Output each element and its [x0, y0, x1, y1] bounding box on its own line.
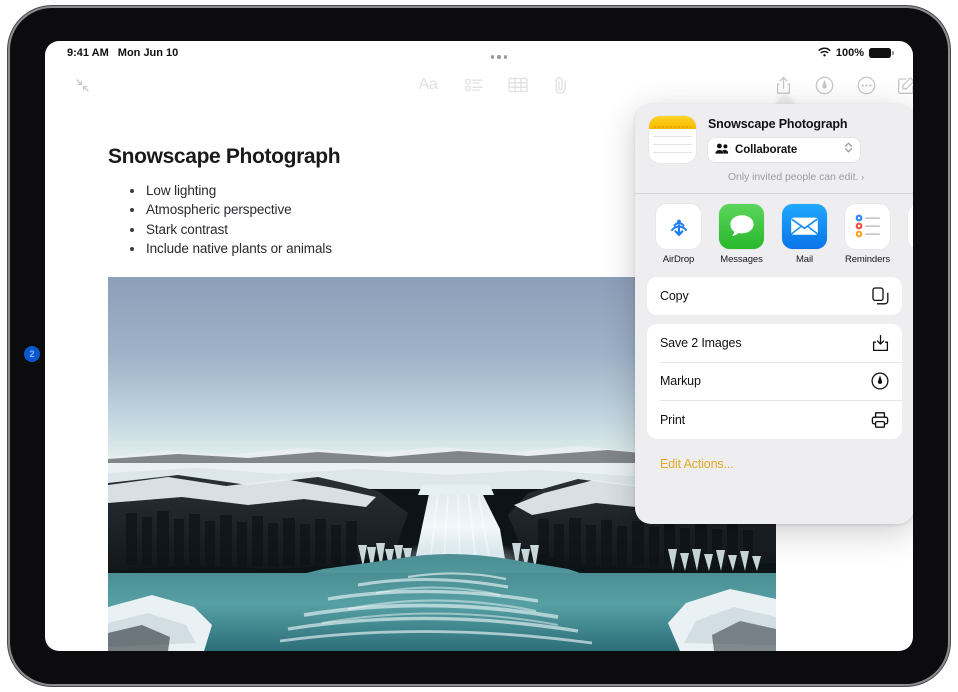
- notes-icon-lines: [649, 136, 696, 163]
- notes-app-icon: [649, 116, 696, 163]
- status-bar-left: 9:41 AM Mon Jun 10: [67, 47, 178, 59]
- dot: [504, 55, 507, 58]
- compose-icon[interactable]: [891, 70, 913, 100]
- battery-full-icon: [869, 48, 891, 58]
- actions-card-secondary: Save 2 Images Markup: [647, 324, 902, 439]
- share-app-label: Messages: [710, 254, 773, 265]
- share-app-label: AirDrop: [647, 254, 710, 265]
- messages-icon: [719, 204, 764, 249]
- save-download-icon: [872, 334, 889, 352]
- action-print[interactable]: Print: [647, 401, 902, 439]
- list-item: Atmospheric perspective: [120, 200, 540, 219]
- markup-pen-icon: [871, 372, 889, 390]
- share-app-messages[interactable]: Messages: [710, 204, 773, 265]
- share-sheet: Snowscape Photograph Collaborate: [635, 104, 913, 524]
- page-title: Snowscape Photograph: [108, 145, 340, 169]
- dot: [491, 55, 494, 58]
- freeform-icon: [908, 204, 913, 249]
- collaborate-dropdown[interactable]: Collaborate: [708, 138, 860, 162]
- action-markup[interactable]: Markup: [647, 362, 902, 400]
- airdrop-icon: [656, 204, 701, 249]
- markup-pen-icon[interactable]: [809, 70, 839, 100]
- collapse-arrows-icon[interactable]: [67, 70, 97, 100]
- share-app-label: Fr: [899, 254, 913, 265]
- action-label: Markup: [660, 374, 701, 388]
- chevron-up-down-icon: [844, 141, 853, 159]
- status-bar-right: 100%: [818, 47, 891, 60]
- bullet-list: Low lighting Atmospheric perspective Sta…: [120, 181, 540, 258]
- battery-percent: 100%: [836, 47, 864, 59]
- ipad-device: 2 9:41 AM Mon Jun 10 100%: [10, 8, 948, 684]
- share-sheet-header: Snowscape Photograph Collaborate: [635, 104, 913, 193]
- action-label: Print: [660, 413, 685, 427]
- multitasking-dots-icon[interactable]: [479, 49, 519, 65]
- status-time: 9:41 AM: [67, 47, 109, 59]
- status-date: Mon Jun 10: [118, 47, 179, 59]
- share-app-label: Mail: [773, 254, 836, 265]
- wifi-icon: [818, 47, 831, 60]
- notes-icon-top: [649, 116, 696, 129]
- permission-note-text: Only invited people can edit.: [728, 171, 858, 183]
- action-label: Save 2 Images: [660, 336, 741, 350]
- share-app-label: Reminders: [836, 254, 899, 265]
- list-item: Low lighting: [120, 181, 540, 200]
- share-sheet-header-right: Snowscape Photograph Collaborate: [708, 116, 900, 183]
- action-save-images[interactable]: Save 2 Images: [647, 324, 902, 362]
- share-app-mail[interactable]: Mail: [773, 204, 836, 265]
- action-copy[interactable]: Copy: [647, 277, 902, 315]
- printer-icon: [871, 411, 889, 429]
- mail-icon: [782, 204, 827, 249]
- actions-card-primary: Copy: [647, 277, 902, 315]
- permission-note[interactable]: Only invited people can edit. ›: [708, 171, 900, 183]
- list-item: Stark contrast: [120, 220, 540, 239]
- ipad-screen: 9:41 AM Mon Jun 10 100%: [45, 41, 913, 651]
- edit-actions-link[interactable]: Edit Actions...: [647, 448, 902, 471]
- share-item-title: Snowscape Photograph: [708, 117, 900, 131]
- dot: [497, 55, 500, 58]
- more-ellipsis-icon[interactable]: [851, 70, 881, 100]
- people-icon: [715, 141, 729, 159]
- share-app-reminders[interactable]: Reminders: [836, 204, 899, 265]
- checklist-icon[interactable]: [459, 70, 489, 100]
- copy-icon: [872, 287, 889, 305]
- action-label: Copy: [660, 289, 689, 303]
- share-apps-row: AirDrop Messages: [635, 194, 913, 274]
- collaborate-label: Collaborate: [735, 144, 797, 156]
- annotation-marker-2: 2: [24, 346, 40, 362]
- reminders-icon: [845, 204, 890, 249]
- text-format-icon[interactable]: Aa: [413, 70, 443, 100]
- list-item: Include native plants or animals: [120, 239, 540, 258]
- share-app-freeform[interactable]: Fr: [899, 204, 913, 265]
- paperclip-icon[interactable]: [545, 70, 575, 100]
- table-icon[interactable]: [503, 70, 533, 100]
- chevron-right-icon: ›: [861, 172, 864, 182]
- share-app-airdrop[interactable]: AirDrop: [647, 204, 710, 265]
- format-label: Aa: [419, 76, 438, 94]
- share-actions: Copy Save 2 Images: [635, 274, 913, 471]
